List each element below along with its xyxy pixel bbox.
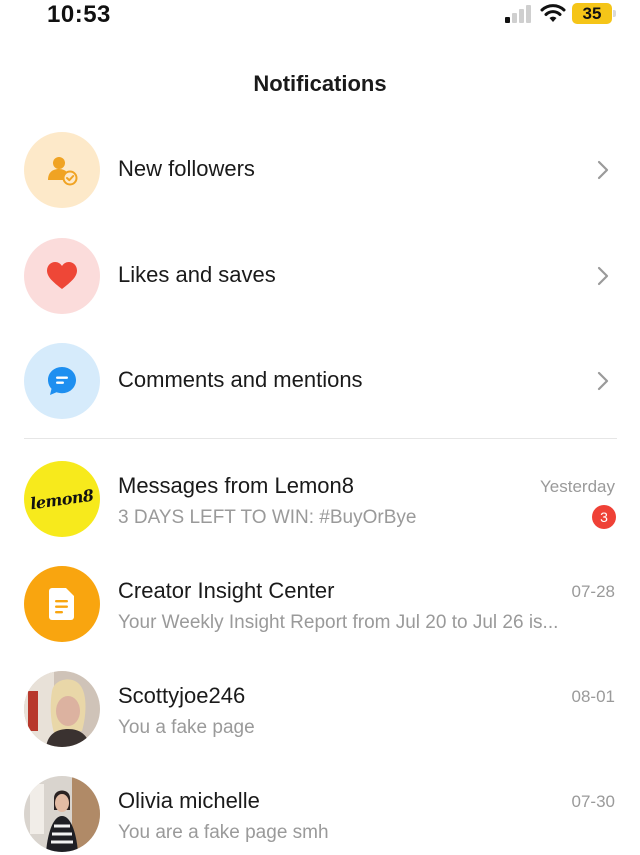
message-date: Yesterday <box>540 477 615 496</box>
section-divider <box>24 438 617 439</box>
lemon8-logo-text: lemon8 <box>29 485 95 513</box>
user-avatar <box>24 671 100 747</box>
user-photo <box>24 671 100 747</box>
user-photo <box>24 776 100 852</box>
document-icon <box>49 588 74 620</box>
message-row-scottyjoe246[interactable]: Scottyjoe246 08-01 You a fake page <box>0 671 640 771</box>
category-label: Likes and saves <box>118 262 276 287</box>
lemon8-logo: lemon8 <box>24 461 100 537</box>
creator-insight-avatar <box>24 566 100 642</box>
message-title: Scottyjoe246 <box>118 683 246 708</box>
category-label: New followers <box>118 156 255 181</box>
battery-indicator: 35 <box>572 3 612 24</box>
message-preview: 3 DAYS LEFT TO WIN: #BuyOrBye <box>118 507 417 528</box>
message-row-olivia-michelle[interactable]: Olivia michelle 07-30 You are a fake pag… <box>0 776 640 855</box>
message-preview: You are a fake page smh <box>118 822 329 843</box>
chat-bubble-icon <box>48 367 76 395</box>
status-bar: 10:53 35 <box>0 0 640 30</box>
message-date: 07-30 <box>571 792 615 811</box>
message-title: Olivia michelle <box>118 788 260 813</box>
chevron-right-icon <box>597 266 609 286</box>
likes-icon-circle <box>24 238 100 314</box>
comments-icon-circle <box>24 343 100 419</box>
heart-icon <box>47 262 77 289</box>
category-label: Comments and mentions <box>118 367 363 392</box>
chevron-right-icon <box>597 160 609 180</box>
user-avatar <box>24 776 100 852</box>
wifi-icon <box>540 4 566 22</box>
status-time: 10:53 <box>47 1 111 28</box>
message-row-creator-insight[interactable]: Creator Insight Center 07-28 Your Weekly… <box>0 566 640 666</box>
chevron-right-icon <box>597 371 609 391</box>
message-preview: Your Weekly Insight Report from Jul 20 t… <box>118 612 559 633</box>
message-title: Creator Insight Center <box>118 578 335 603</box>
category-new-followers[interactable]: New followers <box>0 125 640 215</box>
page-title: Notifications <box>253 71 387 96</box>
message-date: 08-01 <box>571 687 615 706</box>
message-preview: You a fake page <box>118 717 255 738</box>
user-check-icon <box>48 157 78 186</box>
message-title: Messages from Lemon8 <box>118 473 354 498</box>
message-date: 07-28 <box>571 582 615 601</box>
new-followers-icon-circle <box>24 132 100 208</box>
battery-nub <box>613 10 616 17</box>
category-comments-and-mentions[interactable]: Comments and mentions <box>0 336 640 426</box>
unread-badge: 3 <box>592 505 616 529</box>
category-likes-and-saves[interactable]: Likes and saves <box>0 231 640 321</box>
message-row-lemon8[interactable]: lemon8 Messages from Lemon8 Yesterday 3 … <box>0 461 640 561</box>
cellular-signal-icon <box>505 5 535 23</box>
